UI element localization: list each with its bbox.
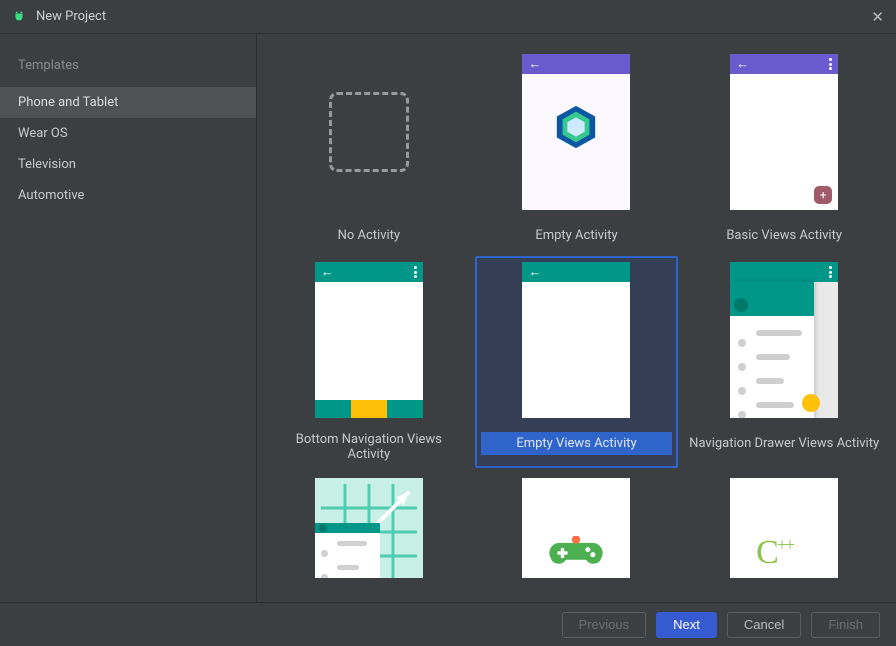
button-label: Next — [673, 617, 700, 632]
appbar-icon: ← — [315, 262, 423, 282]
cancel-button[interactable]: Cancel — [727, 612, 801, 638]
template-empty-activity[interactable]: ← Empty Activity — [475, 48, 679, 252]
template-gallery: No Activity ← — [257, 34, 896, 602]
back-arrow-icon: ← — [736, 58, 749, 71]
sidebar-item-label: Television — [18, 157, 76, 172]
appbar-icon — [730, 262, 838, 282]
wizard-footer: Previous Next Cancel Finish — [0, 602, 896, 646]
template-category-sidebar: Templates Phone and Tablet Wear OS Telev… — [0, 34, 257, 602]
kebab-icon — [829, 266, 832, 278]
fab-icon: + — [814, 186, 832, 204]
previous-button: Previous — [562, 612, 647, 638]
sidebar-item-automotive[interactable]: Automotive — [0, 180, 256, 211]
kebab-icon — [829, 58, 832, 70]
template-label: Navigation Drawer Views Activity — [689, 432, 879, 454]
template-thumbnail — [315, 54, 423, 210]
template-thumbnail: ← — [315, 262, 423, 418]
bottom-nav-icon — [315, 400, 423, 418]
template-no-activity[interactable]: No Activity — [267, 48, 471, 252]
compose-logo-icon — [553, 104, 599, 150]
android-studio-icon — [12, 10, 26, 24]
template-label: Basic Views Activity — [726, 224, 842, 246]
template-empty-views-activity[interactable]: ← Empty Views Activity — [475, 256, 679, 468]
sidebar-item-label: Automotive — [18, 188, 84, 203]
button-label: Cancel — [744, 617, 784, 632]
template-thumbnail: ← — [522, 54, 630, 210]
sidebar-item-label: Phone and Tablet — [18, 95, 118, 110]
template-thumbnail — [315, 478, 423, 578]
template-thumbnail: ← — [522, 262, 630, 418]
button-label: Finish — [828, 617, 863, 632]
template-game-activity-cpp[interactable]: Game Activity (C++) — [475, 472, 679, 584]
sidebar-item-television[interactable]: Television — [0, 149, 256, 180]
back-arrow-icon: ← — [528, 266, 541, 279]
button-label: Previous — [579, 617, 630, 632]
back-arrow-icon: ← — [321, 266, 334, 279]
template-label: Empty Activity — [535, 224, 617, 246]
template-native-cpp[interactable]: C++ Native C++ — [682, 472, 886, 584]
template-label: No Activity — [338, 224, 400, 246]
appbar-icon: ← — [522, 54, 630, 74]
window-title: New Project — [36, 9, 106, 24]
game-controller-icon — [549, 536, 603, 570]
finish-button: Finish — [811, 612, 880, 638]
kebab-icon — [414, 266, 417, 278]
avatar-icon — [734, 298, 748, 312]
dashed-placeholder-icon — [329, 92, 409, 172]
template-navigation-drawer-views-activity[interactable]: Navigation Drawer Views Activity — [682, 256, 886, 468]
appbar-icon: ← — [522, 262, 630, 282]
back-arrow-icon: ← — [528, 58, 541, 71]
drawer-panel-icon — [730, 282, 814, 418]
template-bottom-navigation-views-activity[interactable]: ← Bottom Navigation Views Activity — [267, 256, 471, 468]
template-thumbnail: ← + — [730, 54, 838, 210]
sidebar-item-label: Wear OS — [18, 126, 68, 141]
close-icon[interactable]: ✕ — [871, 8, 884, 26]
template-label: Empty Views Activity — [481, 432, 673, 455]
template-thumbnail — [522, 478, 630, 578]
sidebar-item-phone-and-tablet[interactable]: Phone and Tablet — [0, 87, 256, 118]
template-thumbnail: C++ — [730, 478, 838, 578]
new-project-dialog: New Project ✕ Templates Phone and Tablet… — [0, 0, 896, 646]
template-thumbnail — [730, 262, 838, 418]
template-google-maps-views-activity[interactable]: Google Maps Views Activity — [267, 472, 471, 584]
template-label: Bottom Navigation Views Activity — [273, 432, 465, 462]
title-bar: New Project ✕ — [0, 0, 896, 34]
sidebar-header: Templates — [0, 50, 256, 87]
template-basic-views-activity[interactable]: ← + Basic Views Activity — [682, 48, 886, 252]
appbar-icon: ← — [730, 54, 838, 74]
cpp-logo-icon: C++ — [756, 534, 793, 572]
next-button[interactable]: Next — [656, 612, 717, 638]
sidebar-item-wear-os[interactable]: Wear OS — [0, 118, 256, 149]
